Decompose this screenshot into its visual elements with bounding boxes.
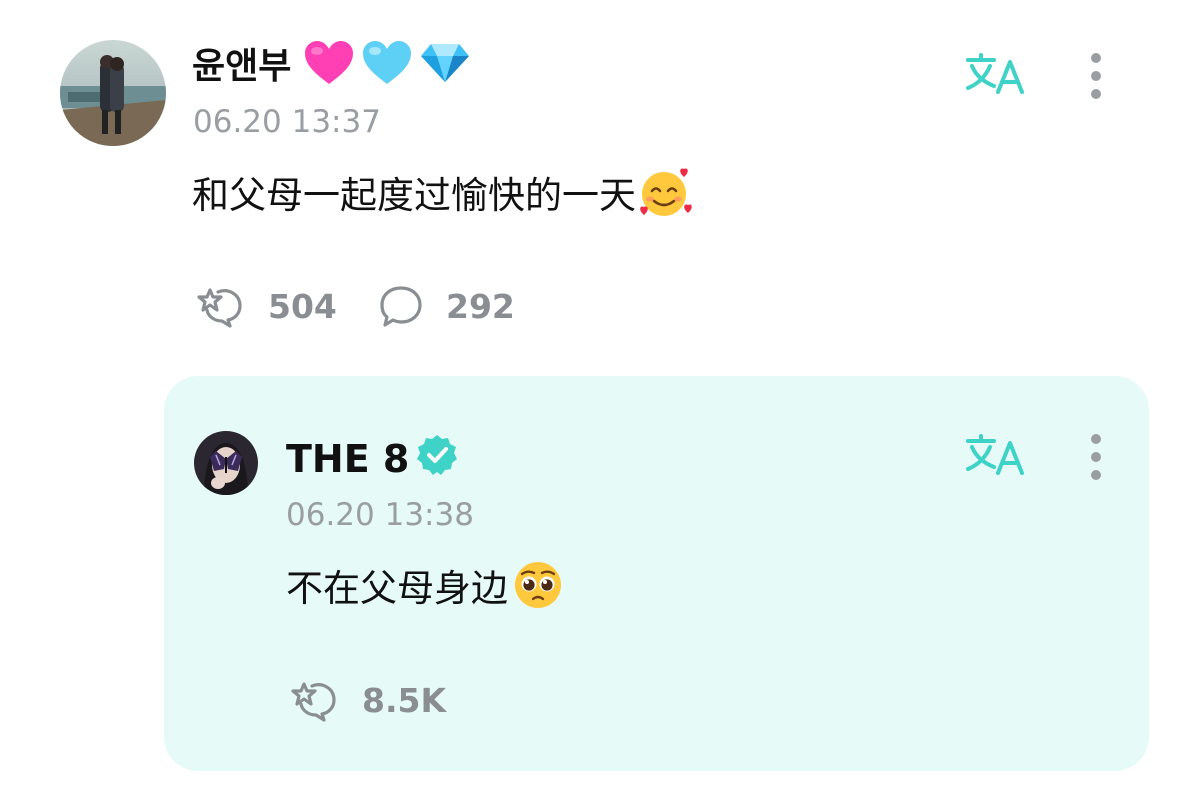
reply-cheer-icon (291, 682, 336, 722)
reply-translate-icon[interactable] (964, 433, 1026, 481)
post-comment-count: 292 (446, 286, 515, 326)
post-like-stat[interactable]: 504 (194, 284, 337, 328)
verified-badge-icon (415, 433, 459, 486)
reply-like-stat[interactable]: 8.5K (288, 678, 446, 722)
smiling-face-with-hearts-icon (638, 165, 696, 225)
post-comment-stat[interactable]: 292 (378, 284, 515, 328)
reply-author-name-text: THE 8 (286, 437, 410, 481)
gem-icon (419, 42, 471, 93)
reply-text-content: 不在父母身边 (286, 566, 508, 610)
post-like-count: 504 (268, 286, 337, 326)
reply-like-count: 8.5K (362, 680, 447, 720)
post-author-name[interactable]: 윤앤부 (192, 40, 471, 88)
light-blue-heart-icon (361, 40, 413, 95)
post-author-avatar[interactable] (60, 40, 166, 146)
post-author-name-text: 윤앤부 (192, 46, 292, 87)
pink-heart-icon (303, 40, 355, 95)
reply-text: 不在父母身边 (286, 562, 564, 614)
cheer-icon (197, 288, 242, 328)
translate-icon[interactable] (964, 52, 1026, 100)
post-timestamp: 06.20 13:37 (193, 104, 381, 140)
comment-icon (380, 286, 422, 327)
more-options-icon[interactable] (1088, 52, 1104, 104)
post-text: 和父母一起度过愉快的一天 (192, 168, 696, 220)
reply-more-options-icon[interactable] (1088, 433, 1104, 485)
reply-timestamp: 06.20 13:38 (286, 497, 474, 533)
reply-author-name[interactable]: THE 8 (286, 434, 459, 481)
reply-author-avatar[interactable] (194, 431, 258, 495)
pleading-face-icon (512, 560, 564, 616)
post-text-content: 和父母一起度过愉快的一天 (192, 173, 636, 217)
